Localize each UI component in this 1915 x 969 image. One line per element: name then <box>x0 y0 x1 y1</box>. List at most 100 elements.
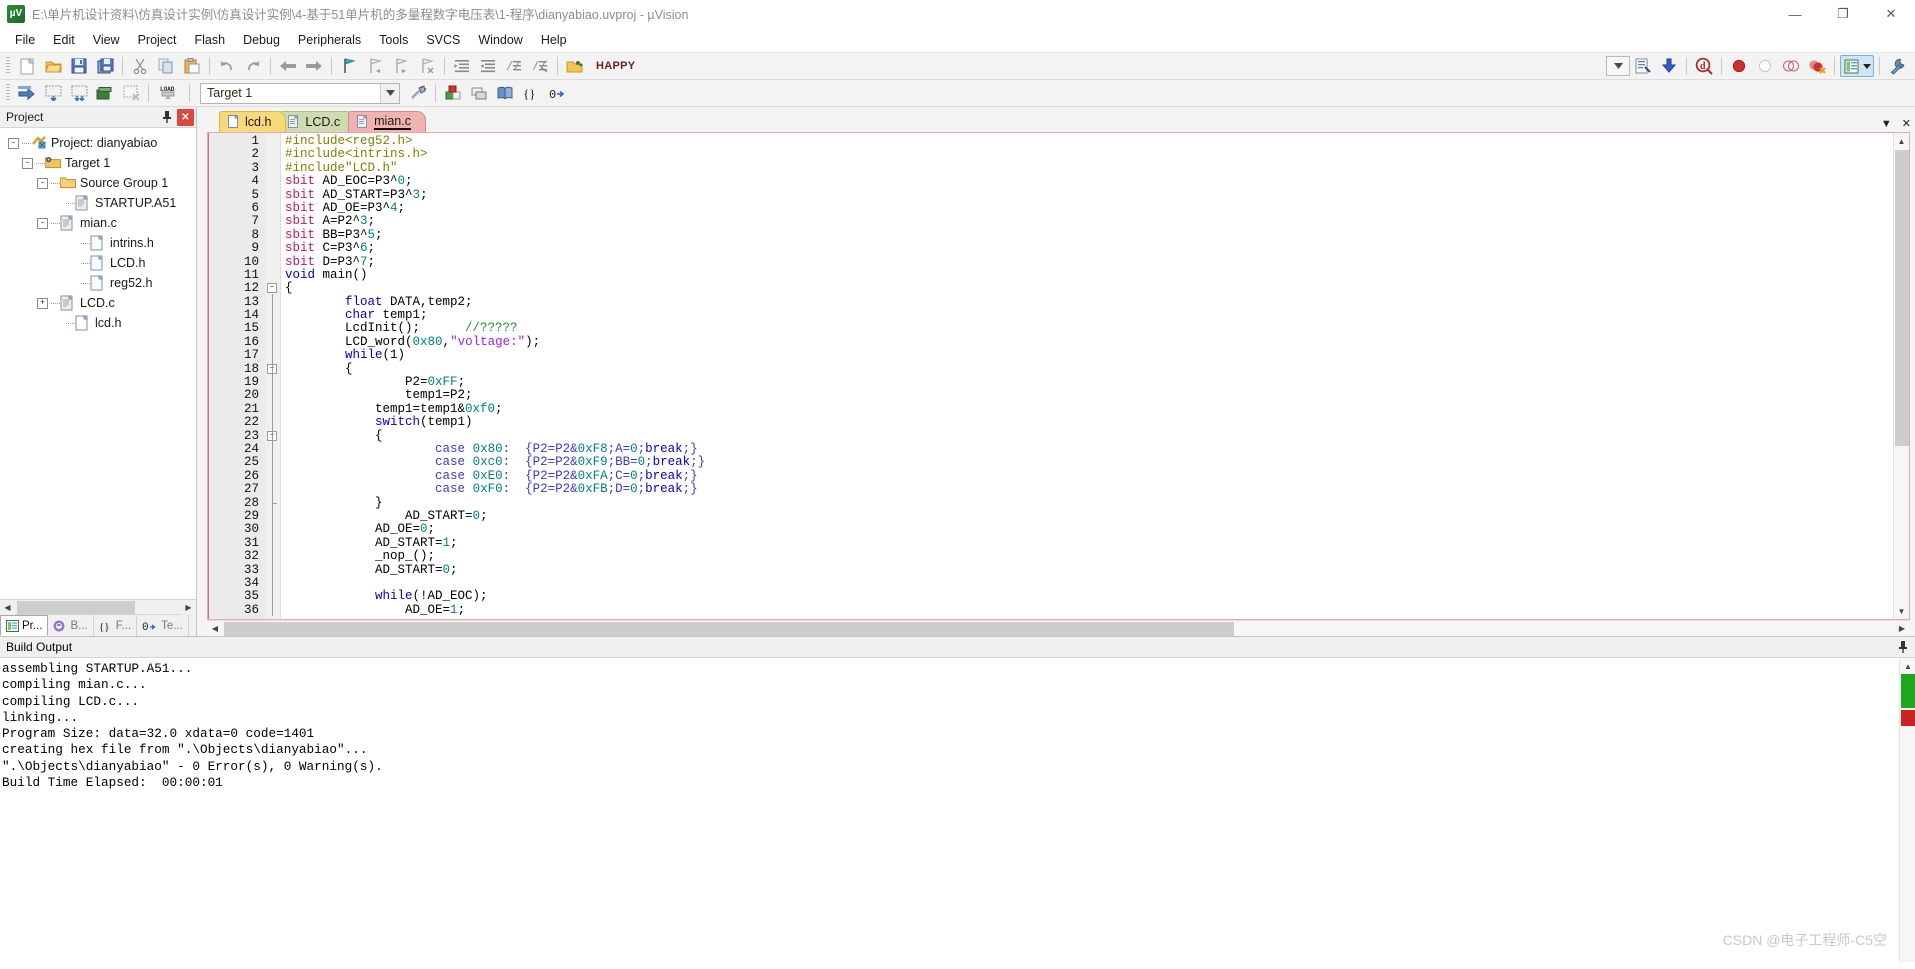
scrollbar-marker-error[interactable] <box>1901 710 1915 726</box>
code-line[interactable]: sbit AD_EOC=P3^0; <box>285 174 1893 188</box>
bookmark-prev-icon[interactable] <box>363 55 387 77</box>
paste-icon[interactable] <box>180 55 204 77</box>
menu-item-debug[interactable]: Debug <box>234 30 289 50</box>
code-line[interactable]: { <box>285 282 1893 295</box>
scrollbar-thumb-ok[interactable] <box>1901 674 1915 708</box>
target-selector[interactable]: Target 1 <box>200 82 400 104</box>
tree-item-lcd-c[interactable]: + LCD.c <box>4 293 196 313</box>
undo-icon[interactable] <box>215 55 239 77</box>
code-line[interactable]: LcdInit(); //????? <box>285 322 1893 335</box>
build-icon[interactable] <box>15 82 39 104</box>
back-icon[interactable] <box>276 55 300 77</box>
open-folder-icon[interactable] <box>563 55 587 77</box>
build-output-scrollbar[interactable]: ▲ <box>1899 658 1915 962</box>
menu-item-window[interactable]: Window <box>469 30 531 50</box>
forward-icon[interactable] <box>302 55 326 77</box>
chevron-down-icon[interactable]: ▼ <box>1881 118 1892 130</box>
toolbar-grip[interactable] <box>6 84 10 102</box>
tree-item-startup-a51[interactable]: STARTUP.A51 <box>4 193 196 213</box>
bookmark-toggle-icon[interactable] <box>337 55 361 77</box>
copy-icon[interactable] <box>154 55 178 77</box>
functions-icon[interactable]: {} <box>519 82 543 104</box>
save-all-icon[interactable] <box>93 55 117 77</box>
code-line[interactable]: AD_START=0; <box>285 563 1893 577</box>
code-line[interactable]: temp1=temp1&0xf0; <box>285 402 1893 416</box>
batch-build-icon[interactable] <box>93 82 117 104</box>
tab-templates[interactable]: 0 Te... <box>137 615 189 636</box>
tree-item-mian-c[interactable]: - mian.c <box>4 213 196 233</box>
tab-functions[interactable]: {} F... <box>94 615 138 636</box>
close-button[interactable]: ✕ <box>1867 0 1915 28</box>
scrollbar-thumb[interactable] <box>17 601 135 614</box>
chevron-down-icon[interactable] <box>380 83 399 103</box>
menu-item-help[interactable]: Help <box>532 30 576 50</box>
options-wrench-icon[interactable] <box>1885 55 1909 77</box>
new-file-icon[interactable] <box>15 55 39 77</box>
menu-item-tools[interactable]: Tools <box>370 30 417 50</box>
uncomment-icon[interactable]: // <box>528 55 552 77</box>
tab-project[interactable]: Pr... <box>0 615 49 636</box>
code-line[interactable]: sbit AD_START=P3^3; <box>285 188 1893 202</box>
code-line[interactable]: _nop_(); <box>285 549 1893 563</box>
code-line[interactable] <box>285 577 1893 590</box>
menu-item-flash[interactable]: Flash <box>185 30 234 50</box>
editor-vertical-scrollbar[interactable]: ▲ ▼ <box>1893 133 1909 619</box>
tree-item-lcd-h-2[interactable]: lcd.h <box>4 313 196 333</box>
redo-icon[interactable] <box>241 55 265 77</box>
editor-tab-mian-c[interactable]: mian.c <box>348 111 426 132</box>
save-icon[interactable] <box>67 55 91 77</box>
editor-horizontal-scrollbar[interactable]: ◀ ▶ <box>207 620 1910 636</box>
tree-item-lcd-h[interactable]: LCD.h <box>4 253 196 273</box>
window-layout-icon[interactable] <box>1840 55 1874 77</box>
scrollbar-thumb[interactable] <box>1895 150 1909 446</box>
outdent-icon[interactable] <box>476 55 500 77</box>
bookmark-clear-icon[interactable] <box>415 55 439 77</box>
scroll-right-button[interactable]: ▶ <box>181 599 196 615</box>
book-icon[interactable] <box>493 82 517 104</box>
code-line[interactable]: while(1) <box>285 349 1893 362</box>
breakpoint-disable-icon[interactable] <box>1753 55 1777 77</box>
tree-item-source-group[interactable]: - Source Group 1 <box>4 173 196 193</box>
tab-books[interactable]: B... <box>48 615 94 636</box>
scrollbar-thumb[interactable] <box>224 621 1234 636</box>
code-line[interactable]: void main() <box>285 268 1893 282</box>
scroll-left-button[interactable]: ◀ <box>207 621 223 637</box>
tree-item-target[interactable]: - Target 1 <box>4 153 196 173</box>
code-line[interactable]: case 0xF0: {P2=P2&0xFB;D=0;break;} <box>285 482 1893 496</box>
code-line[interactable]: LCD_word(0x80,"voltage:"); <box>285 335 1893 349</box>
code-line[interactable]: sbit BB=P3^5; <box>285 228 1893 242</box>
tree-item-project[interactable]: - Project: dianyabiao <box>4 133 196 153</box>
auto-hide-pin-icon[interactable] <box>159 109 175 126</box>
project-tree[interactable]: - Project: dianyabiao - Target 1 - Sourc… <box>0 128 196 599</box>
code-line[interactable]: float DATA,temp2; <box>285 295 1893 309</box>
code-line[interactable]: case 0x80: {P2=P2&0xF8;A=0;break;} <box>285 442 1893 456</box>
code-line[interactable]: while(!AD_EOC); <box>285 590 1893 603</box>
breakpoint-disable-all-icon[interactable] <box>1779 55 1803 77</box>
tree-toggle[interactable]: - <box>22 157 33 169</box>
close-icon[interactable]: ✕ <box>177 108 194 126</box>
breakpoint-kill-all-icon[interactable] <box>1805 55 1829 77</box>
code-line[interactable]: #include"LCD.h" <box>285 161 1893 175</box>
code-line[interactable]: temp1=P2; <box>285 389 1893 402</box>
scroll-right-button[interactable]: ▶ <box>1894 621 1910 637</box>
fold-toggle-icon[interactable]: − <box>267 283 277 294</box>
debug-start-icon[interactable]: d <box>1692 55 1716 77</box>
scroll-left-button[interactable]: ◀ <box>0 599 15 615</box>
manage-project-items-icon[interactable] <box>441 82 465 104</box>
tree-toggle[interactable]: + <box>37 297 48 309</box>
code-line[interactable]: sbit A=P2^3; <box>285 215 1893 228</box>
rebuild-all-icon[interactable] <box>67 82 91 104</box>
comment-icon[interactable]: // <box>502 55 526 77</box>
code-line[interactable]: sbit D=P3^7; <box>285 255 1893 269</box>
build-output-text[interactable]: assembling STARTUP.A51... compiling mian.… <box>0 658 1915 962</box>
code-line[interactable]: #include<reg52.h> <box>285 134 1893 148</box>
code-line[interactable]: sbit C=P3^6; <box>285 241 1893 255</box>
scroll-up-button[interactable]: ▲ <box>1894 133 1910 149</box>
code-line[interactable]: AD_START=0; <box>285 509 1893 523</box>
open-file-icon[interactable] <box>41 55 65 77</box>
editor-tab-lcd-h[interactable]: lcd.h <box>219 111 287 132</box>
code-line[interactable]: AD_START=1; <box>285 536 1893 550</box>
code-line[interactable]: char temp1; <box>285 308 1893 322</box>
target-options-icon[interactable] <box>406 82 430 104</box>
code-line[interactable]: case 0xc0: {P2=P2&0xF9;BB=0;break;} <box>285 456 1893 469</box>
